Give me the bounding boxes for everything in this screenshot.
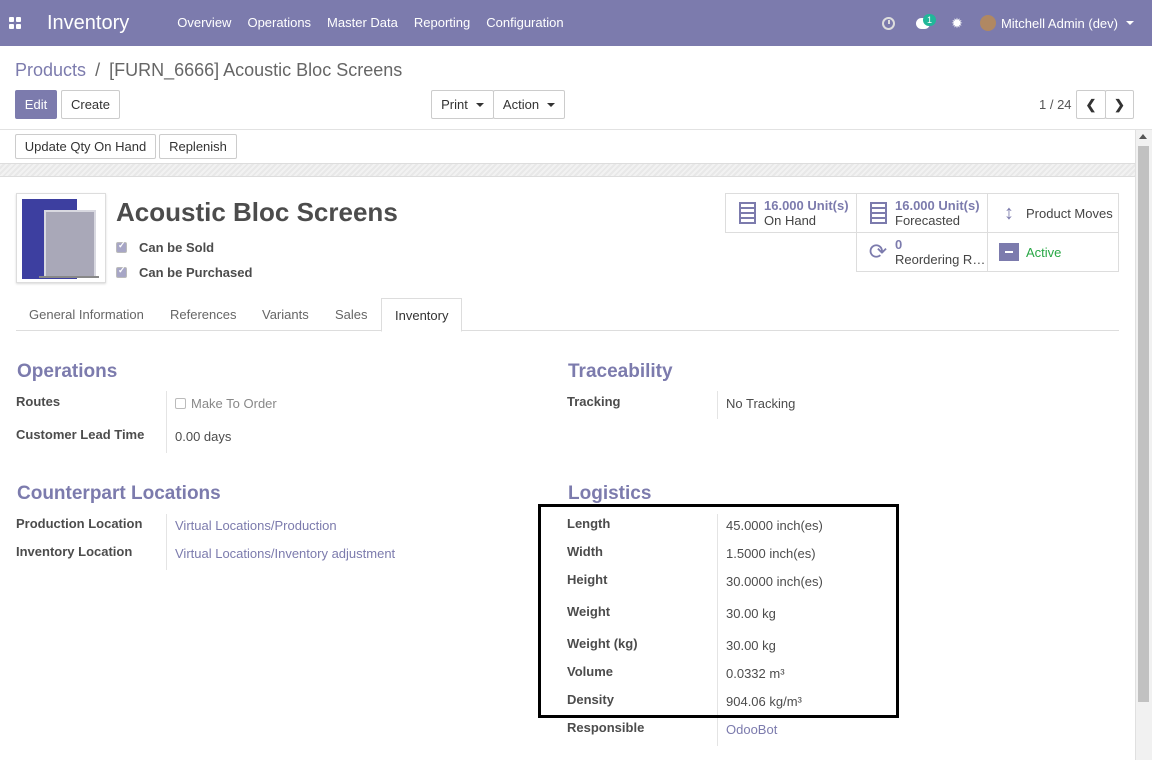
replenish-button[interactable]: Replenish xyxy=(159,134,237,159)
activity-clock-icon[interactable] xyxy=(872,0,906,46)
traceability-title: Traceability xyxy=(568,361,673,382)
breadcrumb: Products / [FURN_6666] Acoustic Bloc Scr… xyxy=(15,60,402,81)
user-menu[interactable]: Mitchell Admin (dev) xyxy=(979,15,1134,31)
building-icon xyxy=(869,202,887,224)
edit-button[interactable]: Edit xyxy=(15,90,57,119)
routes-label: Routes xyxy=(16,394,61,409)
field-divider xyxy=(166,391,167,453)
inventory-location-link[interactable]: Virtual Locations/Inventory adjustment xyxy=(175,546,395,561)
active-label: Active xyxy=(1026,244,1062,260)
action-label: Action xyxy=(502,97,540,112)
tab-general-information[interactable]: General Information xyxy=(16,298,157,331)
can-be-sold-label: Can be Sold xyxy=(139,240,215,255)
chevron-down-icon xyxy=(1126,21,1134,25)
operations-title: Operations xyxy=(17,361,118,382)
customer-lead-time-label: Customer Lead Time xyxy=(16,427,145,442)
chevron-right-icon: ❯ xyxy=(1114,96,1125,112)
apps-menu-icon[interactable] xyxy=(0,0,30,46)
scrollbar-thumb[interactable] xyxy=(1138,146,1149,702)
up-down-arrows-icon: ↕ xyxy=(1004,201,1014,224)
make-to-order-option: Make To Order xyxy=(175,396,277,411)
tracking-value[interactable]: No Tracking xyxy=(726,396,795,411)
chevron-left-icon: ❮ xyxy=(1085,96,1097,112)
logistics-title: Logistics xyxy=(568,483,652,504)
menu-reporting[interactable]: Reporting xyxy=(406,0,478,46)
active-toggle-smart-button[interactable]: Active xyxy=(987,232,1119,272)
product-moves-label: Product Moves xyxy=(1026,205,1113,221)
product-moves-smart-button[interactable]: ↕ Product Moves xyxy=(987,193,1119,233)
counterpart-locations-title: Counterpart Locations xyxy=(17,483,221,504)
print-label: Print xyxy=(441,97,468,112)
tab-inventory[interactable]: Inventory xyxy=(381,298,463,332)
reordering-rules-smart-button[interactable]: ⟳ 0 Reordering R… xyxy=(856,232,988,272)
tab-references[interactable]: References xyxy=(157,298,249,331)
product-image[interactable] xyxy=(16,193,106,283)
on-hand-label: On Hand xyxy=(764,213,817,228)
navbar-systray: 1 ✹ Mitchell Admin (dev) xyxy=(872,0,1152,46)
avatar xyxy=(979,15,996,31)
can-be-purchased-label: Can be Purchased xyxy=(139,265,253,280)
on-hand-smart-button[interactable]: 16.000 Unit(s) On Hand xyxy=(725,193,857,233)
refresh-icon: ⟳ xyxy=(868,239,888,264)
breadcrumb-separator: / xyxy=(95,60,101,80)
make-to-order-label: Make To Order xyxy=(191,396,277,411)
scroll-up-icon[interactable] xyxy=(1139,134,1147,139)
reordering-value: 0 xyxy=(895,237,903,252)
create-button[interactable]: Create xyxy=(61,90,120,119)
archive-icon xyxy=(999,243,1019,261)
make-to-order-checkbox[interactable] xyxy=(175,398,186,409)
forecast-label: Forecasted xyxy=(895,213,961,228)
can-be-sold-checkbox[interactable] xyxy=(116,240,127,253)
production-location-label: Production Location xyxy=(16,516,143,531)
field-divider xyxy=(717,391,718,419)
can-be-purchased-row: Can be Purchased xyxy=(116,265,252,280)
tab-sales[interactable]: Sales xyxy=(322,298,381,331)
sheet-background xyxy=(0,164,1135,177)
action-button[interactable]: Action xyxy=(493,90,565,119)
breadcrumb-products[interactable]: Products xyxy=(15,60,86,80)
messages-badge: 1 xyxy=(922,14,936,26)
messages-icon[interactable]: 1 xyxy=(906,0,940,46)
forecast-unit: Unit(s) xyxy=(938,198,980,213)
tab-variants[interactable]: Variants xyxy=(249,298,322,331)
reordering-label: Reordering R… xyxy=(895,252,986,267)
update-qty-on-hand-button[interactable]: Update Qty On Hand xyxy=(15,134,156,159)
menu-overview[interactable]: Overview xyxy=(169,0,239,46)
breadcrumb-current: [FURN_6666] Acoustic Bloc Screens xyxy=(109,60,403,80)
highlight-box xyxy=(538,504,899,718)
menu-master-data[interactable]: Master Data xyxy=(319,0,406,46)
forecast-value: 16.000 xyxy=(895,198,935,213)
chevron-down-icon xyxy=(547,102,556,107)
user-name: Mitchell Admin (dev) xyxy=(1000,15,1118,31)
can-be-purchased-checkbox[interactable] xyxy=(116,265,127,278)
menu-operations[interactable]: Operations xyxy=(239,0,319,46)
menu-configuration[interactable]: Configuration xyxy=(478,0,571,46)
pager-counter[interactable]: 1 / 24 xyxy=(1039,97,1072,112)
top-navbar: Inventory Overview Operations Master Dat… xyxy=(0,0,1152,46)
forecasted-smart-button[interactable]: 16.000 Unit(s) Forecasted xyxy=(856,193,988,233)
inventory-location-label: Inventory Location xyxy=(16,544,133,559)
pager-next-button[interactable]: ❯ xyxy=(1105,90,1134,119)
app-name[interactable]: Inventory xyxy=(47,12,129,35)
tracking-label: Tracking xyxy=(567,394,621,409)
product-name: Acoustic Bloc Screens xyxy=(116,197,398,227)
customer-lead-time-value[interactable]: 0.00 days xyxy=(175,429,231,444)
chevron-down-icon xyxy=(475,102,484,107)
field-divider xyxy=(166,514,167,570)
on-hand-value: 16.000 xyxy=(764,198,804,213)
production-location-link[interactable]: Virtual Locations/Production xyxy=(175,518,337,533)
print-button[interactable]: Print xyxy=(431,90,494,119)
building-icon xyxy=(738,202,756,224)
can-be-sold-row: Can be Sold xyxy=(116,240,214,255)
pager-previous-button[interactable]: ❮ xyxy=(1076,90,1106,119)
responsible-label: Responsible xyxy=(567,720,645,735)
debug-bug-icon[interactable]: ✹ xyxy=(940,0,974,46)
on-hand-unit: Unit(s) xyxy=(807,198,849,213)
notebook-tabs: General Information References Variants … xyxy=(16,298,1119,332)
responsible-link[interactable]: OdooBot xyxy=(726,722,777,737)
